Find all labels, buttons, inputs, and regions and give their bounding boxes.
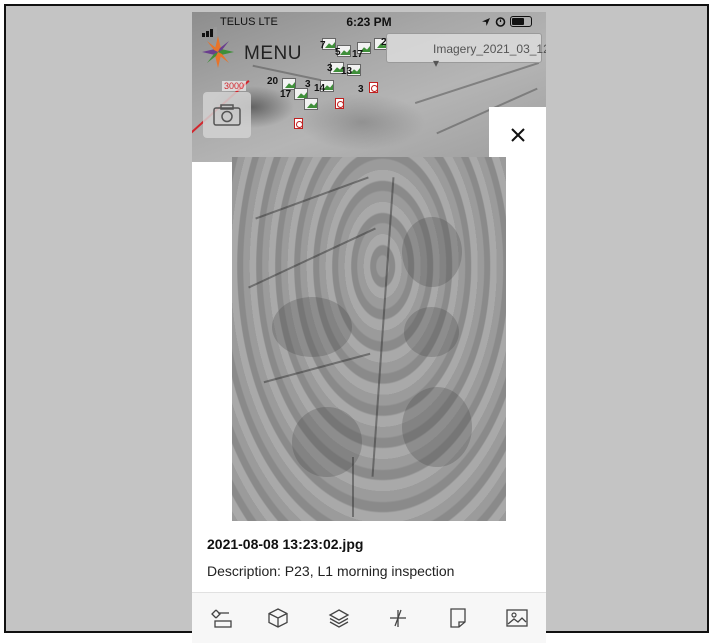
status-icons [481,16,532,27]
photo-filename: 2021-08-08 13:23:02.jpg [207,536,364,552]
inspection-photo[interactable] [232,157,506,521]
photo-texture [255,176,369,220]
photo-texture [263,352,371,384]
status-bar: TELUS LTE 6:23 PM [192,12,546,37]
image-gallery-button[interactable] [503,604,531,632]
note-icon [450,608,466,628]
image-icon [506,609,528,627]
bottom-toolbar [192,592,546,643]
pdf-marker-icon[interactable] [369,82,378,93]
map-view[interactable]: 3000 7 5 17 2 3 13 20 17 14 3 3 TELUS LT… [192,12,546,162]
cluster-count[interactable]: 3 [327,63,333,74]
menu-button[interactable]: MENU [244,43,302,65]
close-icon [510,127,525,142]
battery-icon [510,16,532,27]
photo-description: Description: P23, L1 morning inspection [207,563,455,579]
app-logo-icon [202,36,234,68]
layers-icon [328,609,350,628]
measure-icon [390,609,406,627]
cluster-count[interactable]: 17 [280,89,291,100]
survey-icon [211,609,232,628]
image-marker[interactable] [304,98,318,110]
phone-screen: 3000 7 5 17 2 3 13 20 17 14 3 3 TELUS LT… [192,12,546,643]
location-icon [482,17,490,26]
cluster-count[interactable]: 17 [352,49,363,60]
measure-button[interactable] [384,604,412,632]
photo-texture [352,457,354,517]
photo-texture [272,297,352,357]
photo-texture [371,177,395,477]
cluster-count[interactable]: 3 [305,79,311,90]
pdf-marker-icon[interactable] [335,98,344,109]
cluster-count[interactable]: 7 [320,40,326,51]
cluster-count[interactable]: 13 [341,66,352,77]
imagery-layer-select[interactable]: Imagery_2021_03_12 ▾ [386,33,546,70]
cluster-count[interactable]: 20 [267,76,278,87]
cluster-count[interactable]: 5 [335,47,341,58]
photo-texture [402,387,472,467]
cluster-count[interactable]: 14 [314,83,325,94]
3d-view-button[interactable] [264,604,292,632]
camera-icon [213,104,241,126]
pdf-marker-icon[interactable] [294,118,303,129]
cube-icon [268,608,288,628]
cluster-count[interactable]: 3 [358,84,364,95]
notes-button[interactable] [444,604,472,632]
camera-button[interactable] [203,92,251,138]
screenshot-frame: 3000 7 5 17 2 3 13 20 17 14 3 3 TELUS LT… [4,4,709,643]
close-button[interactable] [489,107,546,162]
survey-tool-button[interactable] [207,604,235,632]
alarm-icon [495,17,506,27]
photo-texture [248,227,376,289]
photo-texture [404,307,459,357]
photo-texture [402,217,462,287]
contour-label: 3000 [222,81,247,91]
layers-button[interactable] [325,604,353,632]
